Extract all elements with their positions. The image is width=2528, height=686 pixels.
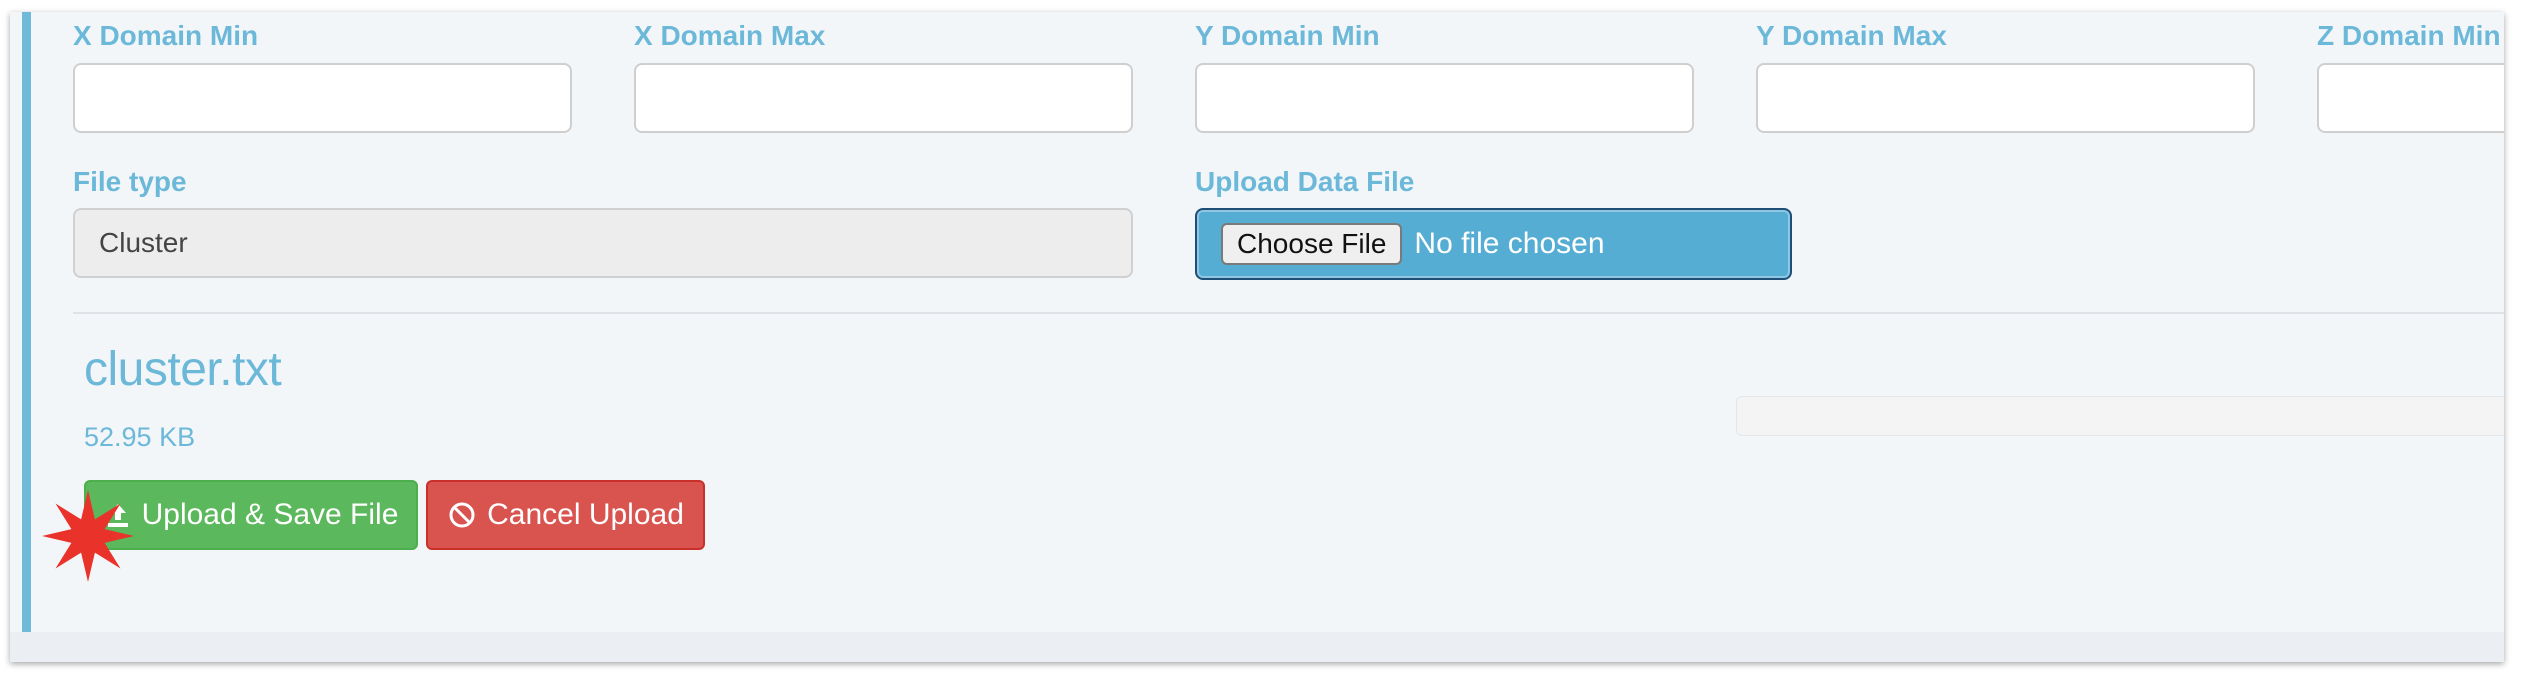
- cancel-upload-button[interactable]: Cancel Upload: [426, 480, 705, 550]
- z-domain-min-label: Z Domain Min: [2317, 20, 2501, 51]
- y-domain-min-input[interactable]: [1195, 63, 1694, 133]
- upload-save-file-label: Upload & Save File: [141, 498, 399, 531]
- choose-file-button[interactable]: Choose File: [1221, 223, 1403, 265]
- upload-data-file-label: Upload Data File: [1195, 166, 1415, 197]
- panel-bottom-strip: [10, 632, 2504, 662]
- file-input[interactable]: Choose File No file chosen: [1195, 208, 1792, 280]
- y-domain-max-label: Y Domain Max: [1756, 20, 1947, 51]
- upload-progress-bar: [1736, 396, 2504, 436]
- queued-file-size: 52.95 KB: [84, 422, 196, 452]
- ban-icon: [449, 502, 475, 528]
- upload-panel: X Domain Min X Domain Max Y Domain Min Y…: [10, 12, 2504, 662]
- section-divider: [73, 312, 2504, 314]
- queued-file-name: cluster.txt: [84, 343, 282, 396]
- file-type-value: Cluster: [99, 227, 188, 258]
- file-type-label: File type: [73, 166, 187, 197]
- file-type-select[interactable]: Cluster: [73, 208, 1133, 278]
- x-domain-max-input[interactable]: [634, 63, 1133, 133]
- z-domain-min-input[interactable]: [2317, 63, 2504, 133]
- y-domain-max-input[interactable]: [1756, 63, 2255, 133]
- x-domain-min-input[interactable]: [73, 63, 572, 133]
- file-chosen-status: No file chosen: [1414, 227, 1605, 260]
- x-domain-min-label: X Domain Min: [73, 20, 259, 51]
- red-burst-icon: [42, 490, 134, 582]
- cancel-upload-label: Cancel Upload: [487, 498, 684, 531]
- y-domain-min-label: Y Domain Min: [1195, 20, 1380, 51]
- panel-accent-bar: [22, 12, 31, 632]
- x-domain-max-label: X Domain Max: [634, 20, 826, 51]
